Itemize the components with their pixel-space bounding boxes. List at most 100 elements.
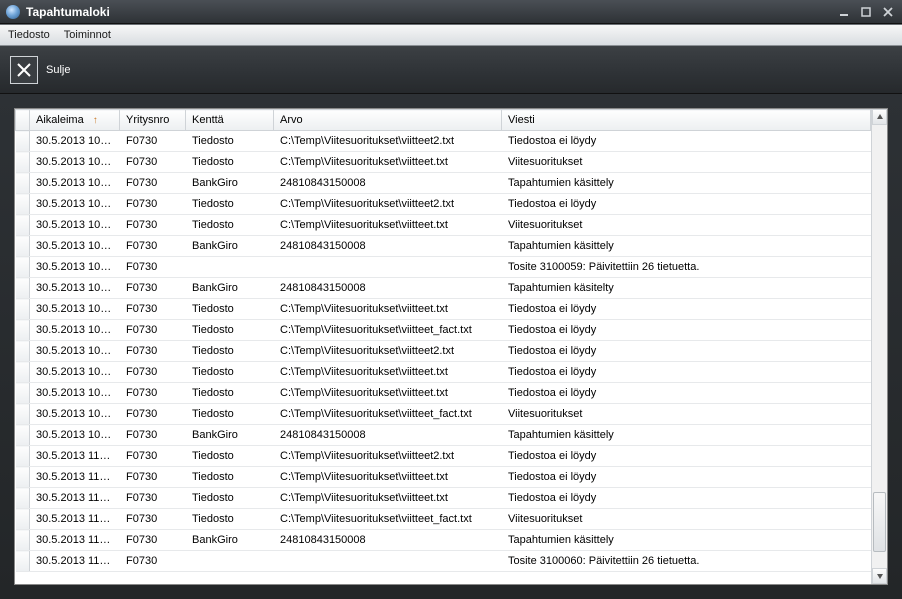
event-grid[interactable]: Aikaleima ↑ Yritysnro Kenttä Arvo Viesti…	[15, 109, 871, 584]
row-selector[interactable]	[16, 488, 30, 509]
cell-company: F0730	[120, 299, 186, 320]
cell-message: Tosite 3100059: Päivitettiin 26 tietuett…	[502, 257, 871, 278]
row-selector[interactable]	[16, 425, 30, 446]
cell-company: F0730	[120, 362, 186, 383]
row-selector[interactable]	[16, 446, 30, 467]
table-row[interactable]: 30.5.2013 10:40F0730TiedostoC:\Temp\Viit…	[16, 131, 871, 152]
scroll-thumb[interactable]	[873, 492, 886, 552]
table-row[interactable]: 30.5.2013 10:52F0730TiedostoC:\Temp\Viit…	[16, 404, 871, 425]
cell-field: Tiedosto	[186, 215, 274, 236]
table-row[interactable]: 30.5.2013 11:06F0730TiedostoC:\Temp\Viit…	[16, 446, 871, 467]
cell-timestamp: 30.5.2013 10:49	[30, 299, 120, 320]
scroll-track[interactable]	[872, 125, 887, 568]
col-value-label: Arvo	[280, 114, 303, 126]
cell-message: Tiedostoa ei löydy	[502, 131, 871, 152]
cell-message: Tiedostoa ei löydy	[502, 362, 871, 383]
cell-value: C:\Temp\Viitesuoritukset\viitteet2.txt	[274, 194, 502, 215]
app-icon	[6, 5, 20, 19]
table-row[interactable]: 30.5.2013 10:49F0730TiedostoC:\Temp\Viit…	[16, 320, 871, 341]
row-selector[interactable]	[16, 530, 30, 551]
cell-value: 24810843150008	[274, 278, 502, 299]
row-selector[interactable]	[16, 362, 30, 383]
close-window-button[interactable]	[880, 5, 896, 19]
table-row[interactable]: 30.5.2013 10:41F0730BankGiro248108431500…	[16, 173, 871, 194]
cell-company: F0730	[120, 236, 186, 257]
cell-timestamp: 30.5.2013 10:40	[30, 152, 120, 173]
col-field[interactable]: Kenttä	[186, 110, 274, 131]
row-selector[interactable]	[16, 173, 30, 194]
table-row[interactable]: 30.5.2013 11:06F0730TiedostoC:\Temp\Viit…	[16, 509, 871, 530]
cell-company: F0730	[120, 320, 186, 341]
cell-message: Tiedostoa ei löydy	[502, 467, 871, 488]
row-selector[interactable]	[16, 278, 30, 299]
cell-company: F0730	[120, 467, 186, 488]
table-row[interactable]: 30.5.2013 10:49F0730TiedostoC:\Temp\Viit…	[16, 299, 871, 320]
window-controls	[836, 5, 896, 19]
cell-timestamp: 30.5.2013 10:48	[30, 236, 120, 257]
table-row[interactable]: 30.5.2013 10:49F0730Tosite 3100059: Päiv…	[16, 257, 871, 278]
col-message[interactable]: Viesti	[502, 110, 871, 131]
cell-value: C:\Temp\Viitesuoritukset\viitteet.txt	[274, 152, 502, 173]
table-row[interactable]: 30.5.2013 10:52F0730TiedostoC:\Temp\Viit…	[16, 383, 871, 404]
col-message-label: Viesti	[508, 114, 535, 126]
cell-message: Viitesuoritukset	[502, 215, 871, 236]
cell-field: Tiedosto	[186, 467, 274, 488]
row-selector[interactable]	[16, 341, 30, 362]
cell-value	[274, 551, 502, 572]
cell-timestamp: 30.5.2013 10:52	[30, 341, 120, 362]
row-selector[interactable]	[16, 383, 30, 404]
cell-company: F0730	[120, 551, 186, 572]
col-timestamp[interactable]: Aikaleima ↑	[30, 110, 120, 131]
row-selector[interactable]	[16, 152, 30, 173]
sort-asc-icon: ↑	[93, 115, 98, 126]
table-row[interactable]: 30.5.2013 11:06F0730TiedostoC:\Temp\Viit…	[16, 488, 871, 509]
cell-timestamp: 30.5.2013 10:41	[30, 173, 120, 194]
col-value[interactable]: Arvo	[274, 110, 502, 131]
table-row[interactable]: 30.5.2013 10:40F0730TiedostoC:\Temp\Viit…	[16, 152, 871, 173]
cell-field: Tiedosto	[186, 446, 274, 467]
menu-actions[interactable]: Toiminnot	[64, 29, 111, 41]
row-selector[interactable]	[16, 131, 30, 152]
maximize-button[interactable]	[858, 5, 874, 19]
cell-value: C:\Temp\Viitesuoritukset\viitteet2.txt	[274, 341, 502, 362]
table-row[interactable]: 30.5.2013 10:48F0730TiedostoC:\Temp\Viit…	[16, 215, 871, 236]
row-selector[interactable]	[16, 404, 30, 425]
toolbar: Sulje	[0, 46, 902, 94]
close-button[interactable]: Sulje	[10, 56, 70, 84]
titlebar[interactable]: Tapahtumaloki	[0, 0, 902, 24]
row-selector[interactable]	[16, 236, 30, 257]
scroll-down-icon[interactable]	[872, 568, 887, 584]
table-row[interactable]: 30.5.2013 10:52F0730TiedostoC:\Temp\Viit…	[16, 341, 871, 362]
row-selector[interactable]	[16, 509, 30, 530]
table-row[interactable]: 30.5.2013 11:06F0730Tosite 3100060: Päiv…	[16, 551, 871, 572]
table-row[interactable]: 30.5.2013 10:52F0730TiedostoC:\Temp\Viit…	[16, 362, 871, 383]
vertical-scrollbar[interactable]	[871, 109, 887, 584]
col-company[interactable]: Yritysnro	[120, 110, 186, 131]
cell-value: C:\Temp\Viitesuoritukset\viitteet.txt	[274, 488, 502, 509]
cell-message: Tapahtumien käsittely	[502, 530, 871, 551]
table-row[interactable]: 30.5.2013 10:48F0730TiedostoC:\Temp\Viit…	[16, 194, 871, 215]
cell-value: C:\Temp\Viitesuoritukset\viitteet.txt	[274, 362, 502, 383]
cell-message: Tiedostoa ei löydy	[502, 320, 871, 341]
row-selector[interactable]	[16, 299, 30, 320]
scroll-up-icon[interactable]	[872, 109, 887, 125]
row-selector[interactable]	[16, 551, 30, 572]
table-row[interactable]: 30.5.2013 10:52F0730BankGiro248108431500…	[16, 425, 871, 446]
row-selector[interactable]	[16, 320, 30, 341]
cell-field: BankGiro	[186, 425, 274, 446]
minimize-button[interactable]	[836, 5, 852, 19]
col-select[interactable]	[16, 110, 30, 131]
cell-field: Tiedosto	[186, 152, 274, 173]
cell-value: C:\Temp\Viitesuoritukset\viitteet.txt	[274, 299, 502, 320]
table-row[interactable]: 30.5.2013 11:06F0730BankGiro248108431500…	[16, 530, 871, 551]
row-selector[interactable]	[16, 194, 30, 215]
table-row[interactable]: 30.5.2013 11:06F0730TiedostoC:\Temp\Viit…	[16, 467, 871, 488]
menu-file[interactable]: Tiedosto	[8, 29, 50, 41]
row-selector[interactable]	[16, 257, 30, 278]
table-row[interactable]: 30.5.2013 10:48F0730BankGiro248108431500…	[16, 236, 871, 257]
row-selector[interactable]	[16, 215, 30, 236]
row-selector[interactable]	[16, 467, 30, 488]
cell-value	[274, 257, 502, 278]
cell-company: F0730	[120, 152, 186, 173]
table-row[interactable]: 30.5.2013 10:49F0730BankGiro248108431500…	[16, 278, 871, 299]
